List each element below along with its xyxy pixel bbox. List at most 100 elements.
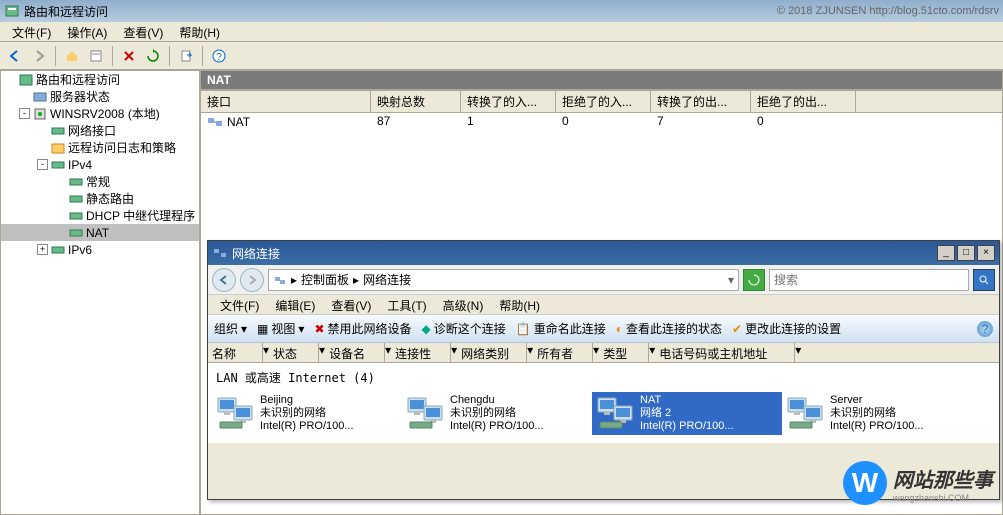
crumb-control-panel[interactable]: 控制面板 xyxy=(301,271,349,288)
diag-icon: ◆ xyxy=(422,322,431,336)
minimize-button[interactable]: _ xyxy=(937,245,955,261)
menu-action[interactable]: 操作(A) xyxy=(59,22,115,41)
adapter-device: Intel(R) PRO/100... xyxy=(260,420,354,433)
row-rin: 0 xyxy=(556,113,651,131)
col-net[interactable]: 网络类别 xyxy=(457,343,527,362)
tree-ipv4[interactable]: -IPv4 xyxy=(1,156,199,173)
nc-menubar: 文件(F) 编辑(E) 查看(V) 工具(T) 高级(N) 帮助(H) xyxy=(208,295,999,315)
check-icon: ✔ xyxy=(732,322,742,336)
row-rout: 0 xyxy=(751,113,856,131)
nav-forward-button[interactable] xyxy=(240,268,264,292)
collapse-icon[interactable]: - xyxy=(37,159,48,170)
nc-menu-edit[interactable]: 编辑(E) xyxy=(267,295,323,314)
nc-title: 网络连接 xyxy=(232,245,280,262)
window-title: 路由和远程访问 xyxy=(24,3,777,20)
col-conn[interactable]: 连接性 xyxy=(391,343,451,362)
refresh-button[interactable] xyxy=(743,269,765,291)
nc-menu-file[interactable]: 文件(F) xyxy=(212,295,267,314)
network-adapter-icon xyxy=(784,394,826,432)
col-phone[interactable]: 电话号码或主机地址 xyxy=(655,343,795,362)
lv-row[interactable]: NAT 87 1 0 7 0 xyxy=(201,113,1002,131)
tree-net-interfaces[interactable]: 网络接口 xyxy=(1,122,199,139)
tree-ipv6[interactable]: +IPv6 xyxy=(1,241,199,258)
adapter-network: 未识别的网络 xyxy=(260,407,354,420)
cmd-rename[interactable]: 📋重命名此连接 xyxy=(516,320,606,337)
cmd-change[interactable]: ✔更改此连接的设置 xyxy=(732,320,841,337)
help-icon: ? xyxy=(977,321,993,337)
nc-columns: 名称▾ 状态▾ 设备名▾ 连接性▾ 网络类别▾ 所有者▾ 类型▾ 电话号码或主机… xyxy=(208,343,999,363)
properties-button[interactable] xyxy=(85,45,107,67)
maximize-button[interactable]: □ xyxy=(957,245,975,261)
help-button[interactable]: ? xyxy=(208,45,230,67)
forward-button[interactable] xyxy=(28,45,50,67)
col-rej-out[interactable]: 拒绝了的出... xyxy=(751,91,856,112)
tree-static-route[interactable]: 静态路由 xyxy=(1,190,199,207)
watermark-icon: W xyxy=(843,461,887,505)
delete-button[interactable] xyxy=(118,45,140,67)
tree-remote-log[interactable]: 远程访问日志和策略 xyxy=(1,139,199,156)
col-name[interactable]: 名称 xyxy=(208,343,263,362)
network-adapter-icon xyxy=(214,394,256,432)
export-button[interactable] xyxy=(175,45,197,67)
toolbar-sep xyxy=(169,46,170,66)
col-owner[interactable]: 所有者 xyxy=(533,343,593,362)
up-button[interactable] xyxy=(61,45,83,67)
nc-menu-tools[interactable]: 工具(T) xyxy=(379,295,434,314)
back-button[interactable] xyxy=(4,45,26,67)
cmd-views[interactable]: ▦视图▾ xyxy=(257,320,304,337)
expand-icon[interactable]: + xyxy=(37,244,48,255)
window-titlebar: 路由和远程访问 © 2018 ZJUNSEN http://blog.51cto… xyxy=(0,0,1003,22)
crumb-network[interactable]: 网络连接 xyxy=(363,271,411,288)
watermark: W 网站那些事 wangzhanshi.COM xyxy=(843,461,993,505)
lv-header: 接口 映射总数 转换了的入... 拒绝了的入... 转换了的出... 拒绝了的出… xyxy=(201,91,1002,113)
x-icon: ✖ xyxy=(314,322,324,336)
tree-server[interactable]: -WINSRV2008 (本地) xyxy=(1,105,199,122)
collapse-icon[interactable]: - xyxy=(19,108,30,119)
nc-titlebar[interactable]: 网络连接 _ □ × xyxy=(208,241,999,265)
tree-nat[interactable]: NAT xyxy=(1,224,199,241)
nc-menu-view[interactable]: 查看(V) xyxy=(323,295,379,314)
watermark-sub: wangzhanshi.COM xyxy=(893,493,993,503)
nc-navbar: ▸控制面板 ▸网络连接 ▾ xyxy=(208,265,999,295)
col-trans-out[interactable]: 转换了的出... xyxy=(651,91,751,112)
col-interface[interactable]: 接口 xyxy=(201,91,371,112)
tree-general[interactable]: 常规 xyxy=(1,173,199,190)
watermark-text: 网站那些事 xyxy=(893,464,993,493)
nav-back-button[interactable] xyxy=(212,268,236,292)
col-status[interactable]: 状态 xyxy=(269,343,319,362)
search-button[interactable] xyxy=(973,269,995,291)
cmd-disable[interactable]: ✖禁用此网络设备 xyxy=(314,320,411,337)
col-trans-in[interactable]: 转换了的入... xyxy=(461,91,556,112)
network-adapter-item[interactable]: Server未识别的网络Intel(R) PRO/100... xyxy=(782,392,972,435)
tree-root[interactable]: 路由和远程访问 xyxy=(1,71,199,88)
nc-content[interactable]: LAN 或高速 Internet (4) Beijing未识别的网络Intel(… xyxy=(208,363,999,443)
breadcrumb[interactable]: ▸控制面板 ▸网络连接 ▾ xyxy=(268,269,739,291)
col-dev[interactable]: 设备名 xyxy=(325,343,385,362)
adapter-network: 未识别的网络 xyxy=(450,407,544,420)
nc-menu-help[interactable]: 帮助(H) xyxy=(491,295,548,314)
menu-view[interactable]: 查看(V) xyxy=(115,22,171,41)
col-rej-in[interactable]: 拒绝了的入... xyxy=(556,91,651,112)
cmd-organize[interactable]: 组织▾ xyxy=(214,320,247,337)
row-tin: 1 xyxy=(461,113,556,131)
nc-group-header: LAN 或高速 Internet (4) xyxy=(212,367,995,388)
menu-file[interactable]: 文件(F) xyxy=(4,22,59,41)
search-input[interactable] xyxy=(769,269,969,291)
col-map-total[interactable]: 映射总数 xyxy=(371,91,461,112)
cmd-help[interactable]: ? xyxy=(977,321,993,337)
nc-menu-adv[interactable]: 高级(N) xyxy=(435,295,492,314)
menu-help[interactable]: 帮助(H) xyxy=(171,22,228,41)
copyright-text: © 2018 ZJUNSEN http://blog.51cto.com/rds… xyxy=(777,5,999,17)
network-adapter-item[interactable]: Chengdu未识别的网络Intel(R) PRO/100... xyxy=(402,392,592,435)
cmd-diagnose[interactable]: ◆诊断这个连接 xyxy=(422,320,506,337)
tree-view[interactable]: 路由和远程访问 服务器状态 -WINSRV2008 (本地) 网络接口 远程访问… xyxy=(0,70,200,515)
col-type[interactable]: 类型 xyxy=(599,343,649,362)
network-adapter-item[interactable]: Beijing未识别的网络Intel(R) PRO/100... xyxy=(212,392,402,435)
network-adapter-item[interactable]: NAT网络 2Intel(R) PRO/100... xyxy=(592,392,782,435)
close-button[interactable]: × xyxy=(977,245,995,261)
cmd-status[interactable]: ◐查看此连接的状态 xyxy=(616,320,722,337)
tree-server-status[interactable]: 服务器状态 xyxy=(1,88,199,105)
network-adapter-icon xyxy=(594,394,636,432)
tree-dhcp-relay[interactable]: DHCP 中继代理程序 xyxy=(1,207,199,224)
refresh-button[interactable] xyxy=(142,45,164,67)
